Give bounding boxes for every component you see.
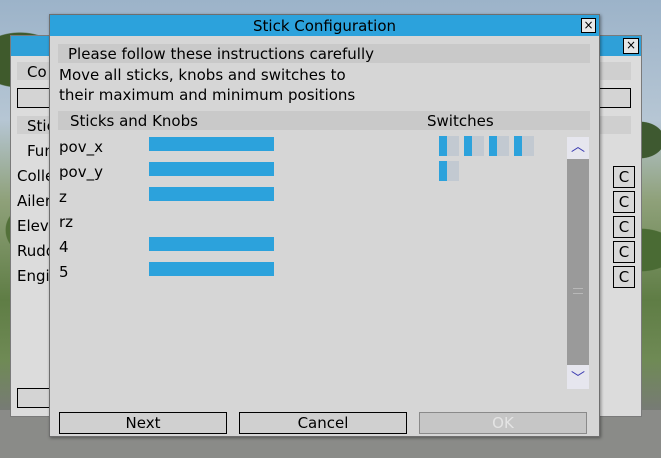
- dialog-title: Stick Configuration: [253, 17, 396, 35]
- switches-header: Switches: [427, 112, 494, 130]
- ok-button[interactable]: OK: [419, 412, 587, 434]
- scrollbar[interactable]: ︿ ﹀: [567, 137, 589, 389]
- scroll-grip-icon: [573, 288, 583, 294]
- axis-label: 5: [59, 263, 69, 281]
- sticks-knobs-header: Sticks and Knobs: [70, 112, 198, 130]
- background-button-right[interactable]: [599, 88, 631, 108]
- axis-label: pov_y: [59, 163, 103, 181]
- background-c-button[interactable]: C: [613, 266, 635, 288]
- switch-indicator: [464, 136, 484, 156]
- dialog-titlebar: Stick Configuration ×: [50, 15, 599, 36]
- switch-indicator: [514, 136, 534, 156]
- background-c-button[interactable]: C: [613, 241, 635, 263]
- axis-bar: [149, 162, 274, 176]
- axis-bar: [149, 137, 274, 151]
- scroll-up-icon[interactable]: ︿: [567, 137, 589, 157]
- scroll-thumb[interactable]: [567, 159, 589, 365]
- background-label: Ailer: [17, 192, 51, 210]
- instructions-line-1: Move all sticks, knobs and switches to: [59, 66, 346, 84]
- axis-bar: [149, 262, 274, 276]
- background-close-button[interactable]: ×: [623, 38, 639, 54]
- switch-indicator: [439, 136, 459, 156]
- axis-label: 4: [59, 238, 69, 256]
- next-button[interactable]: Next: [59, 412, 227, 434]
- background-label: Co: [27, 63, 47, 81]
- axis-label: pov_x: [59, 138, 103, 156]
- stick-configuration-dialog: Stick Configuration × Please follow thes…: [49, 14, 600, 437]
- switch-indicator: [439, 161, 459, 181]
- instructions-header: Please follow these instructions careful…: [68, 45, 374, 63]
- axis-bar: [149, 237, 274, 251]
- background-label: Engi: [17, 267, 50, 285]
- axis-bar: [149, 187, 274, 201]
- background-c-button[interactable]: C: [613, 191, 635, 213]
- background-c-button[interactable]: C: [613, 166, 635, 188]
- background-c-button[interactable]: C: [613, 216, 635, 238]
- axis-label: rz: [59, 213, 74, 231]
- cancel-button[interactable]: Cancel: [239, 412, 407, 434]
- scroll-down-icon[interactable]: ﹀: [567, 369, 589, 389]
- instructions-line-2: their maximum and minimum positions: [59, 86, 356, 104]
- close-button[interactable]: ×: [581, 18, 596, 33]
- axis-label: z: [59, 188, 67, 206]
- switch-indicator: [489, 136, 509, 156]
